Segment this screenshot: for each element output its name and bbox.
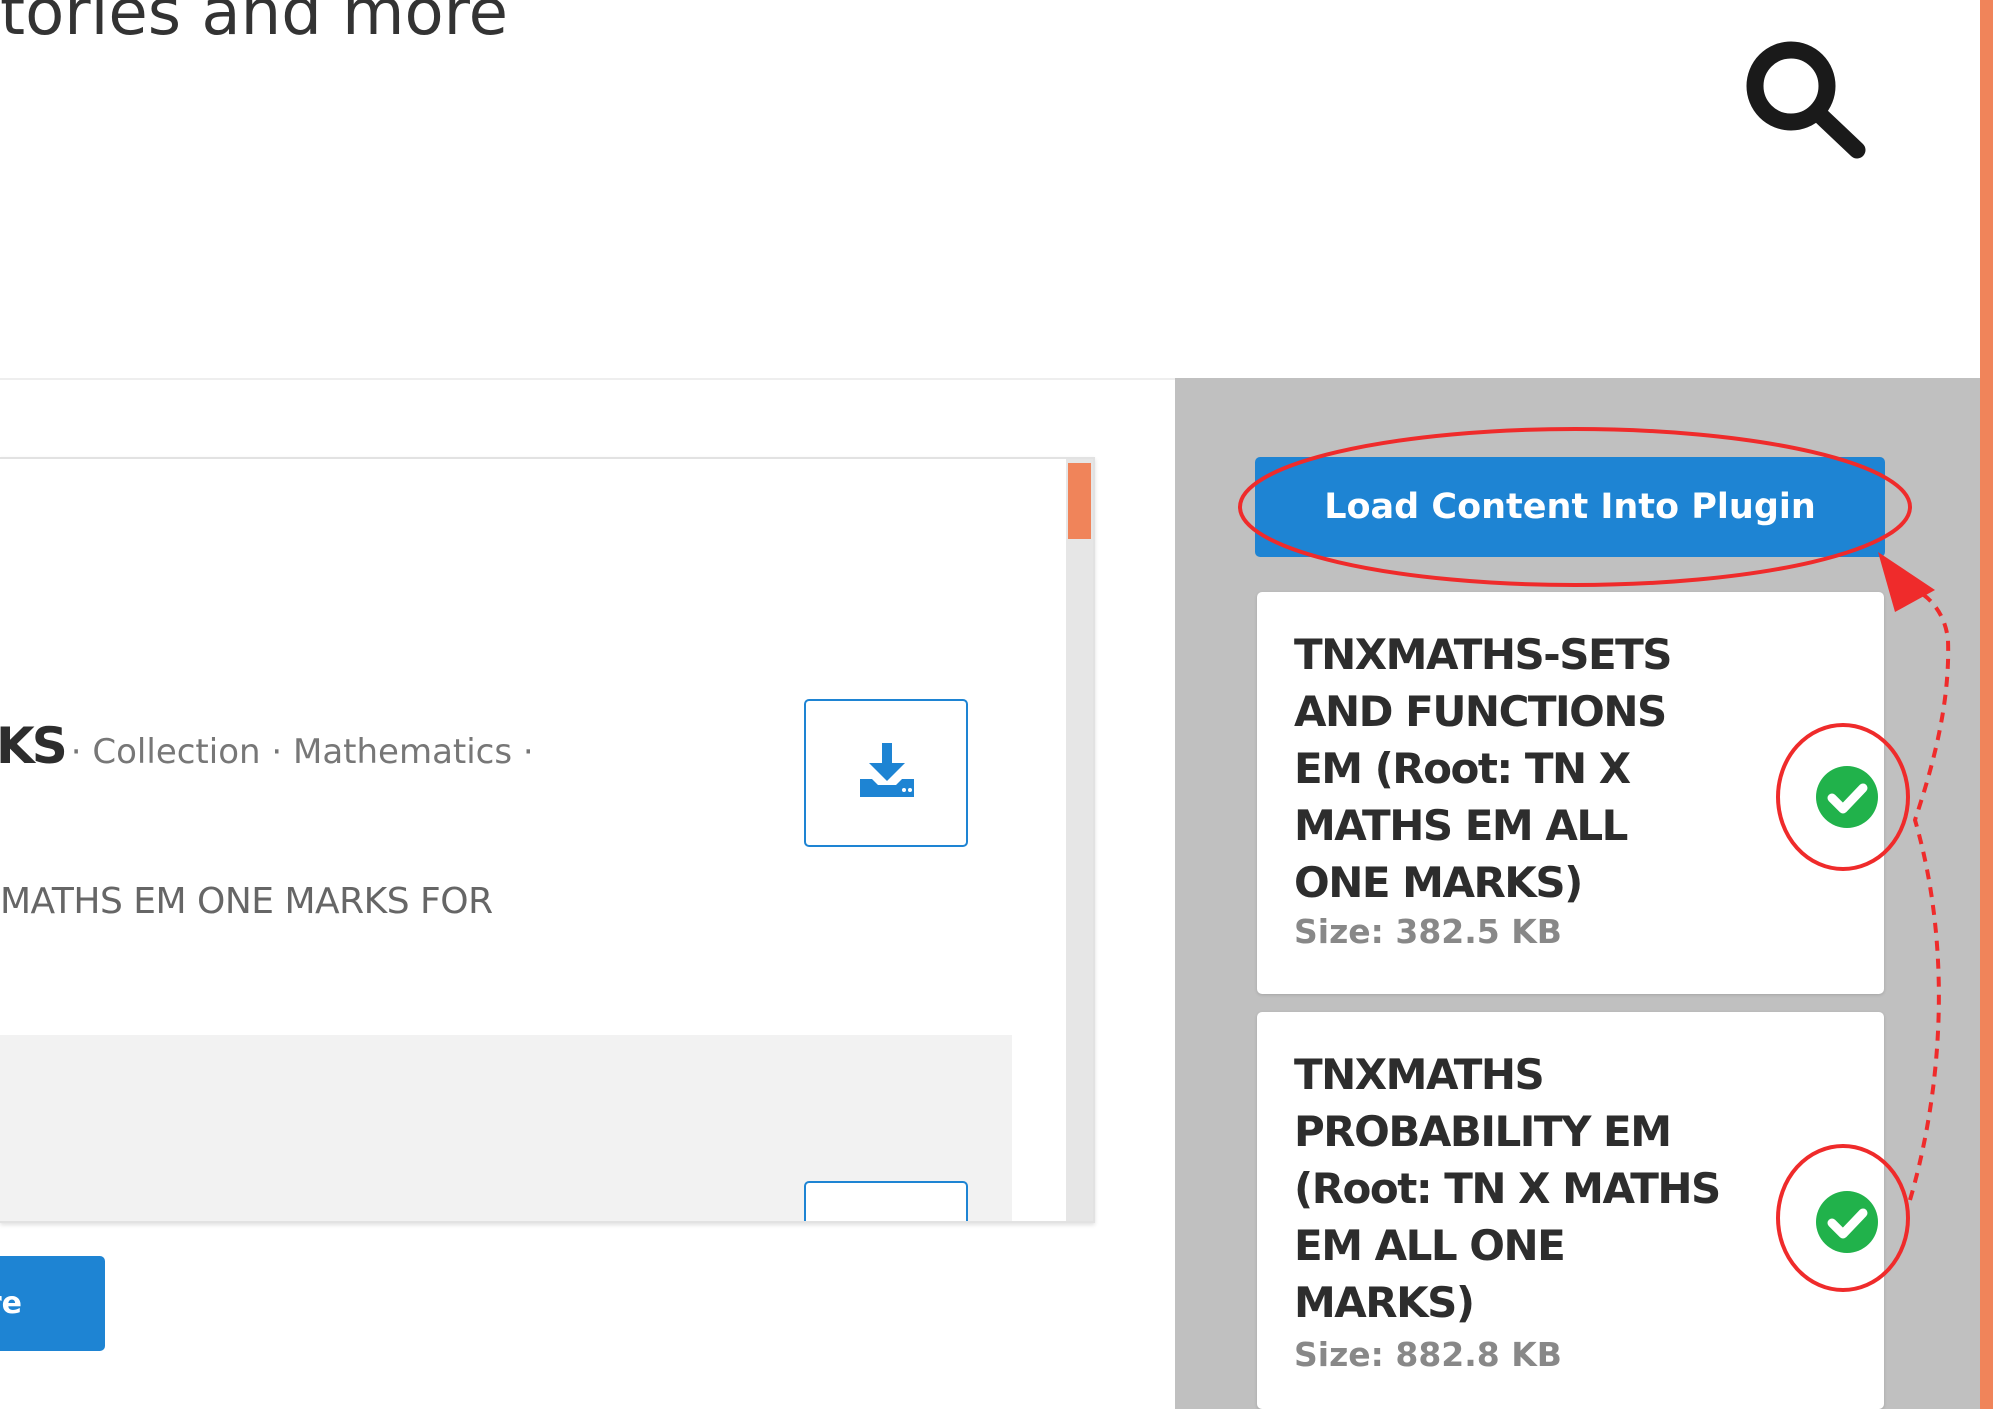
collection-meta: · Collection · Mathematics · xyxy=(70,732,534,772)
collection-title[interactable]: KS xyxy=(0,717,68,775)
panel-edge-strip xyxy=(1980,0,1993,1409)
more-button[interactable]: re xyxy=(0,1256,105,1351)
download-button[interactable] xyxy=(804,699,968,847)
plugin-item-card: TNXMATHS-SETS AND FUNCTIONS EM (Root: TN… xyxy=(1257,592,1884,994)
plugin-item-size: Size: 882.8 KB xyxy=(1294,1335,1562,1374)
download-icon xyxy=(860,743,914,797)
plugin-item-title: TNXMATHS PROBABILITY EM (Root: TN X MATH… xyxy=(1294,1050,1721,1327)
download-button-secondary[interactable] xyxy=(804,1181,968,1221)
load-content-button[interactable]: Load Content Into Plugin xyxy=(1255,457,1885,557)
content-scrollbar[interactable] xyxy=(1066,459,1093,1221)
collection-title-row: KS · Collection · Mathematics · xyxy=(0,717,534,775)
plugin-item-title: TNXMATHS-SETS AND FUNCTIONS EM (Root: TN… xyxy=(1294,630,1673,907)
header-divider xyxy=(0,378,1175,380)
search-button[interactable] xyxy=(1735,30,1875,160)
search-icon xyxy=(1746,41,1866,159)
collection-description: MATHS EM ONE MARKS FOR xyxy=(0,881,493,922)
check-circle-icon xyxy=(1816,1191,1878,1253)
more-button-label: re xyxy=(0,1286,22,1321)
scrollbar-thumb[interactable] xyxy=(1068,463,1091,539)
plugin-item-card: TNXMATHS PROBABILITY EM (Root: TN X MATH… xyxy=(1257,1012,1884,1409)
collection-card: KS · Collection · Mathematics · MATHS EM … xyxy=(0,457,1095,1223)
check-circle-icon xyxy=(1816,766,1878,828)
header-tagline: tories and more xyxy=(0,0,508,50)
plugin-item-size: Size: 382.5 KB xyxy=(1294,912,1562,951)
